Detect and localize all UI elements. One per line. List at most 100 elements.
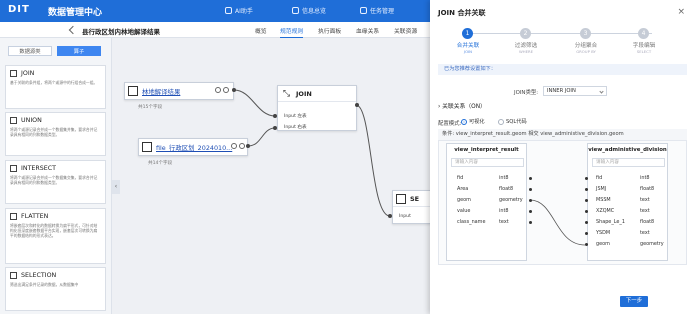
field-port[interactable] xyxy=(585,221,588,224)
field-port[interactable] xyxy=(585,199,588,202)
mode-sql-radio[interactable]: SQL代码 xyxy=(498,118,527,125)
step-4-circle[interactable]: 4 xyxy=(638,28,649,39)
operator-flatten[interactable]: FLATTEN 将嵌套层次和转化的数据转换为扁平形式，可针对结构化但深度嵌套数据… xyxy=(5,208,106,264)
join-type-select[interactable]: INNER JOIN xyxy=(543,86,607,96)
source-node-admin[interactable]: file_行政区划_2024010... xyxy=(138,138,248,156)
field-name: value xyxy=(457,208,471,214)
steps-line xyxy=(472,33,652,34)
field-port[interactable] xyxy=(585,188,588,191)
nav-task-manage[interactable]: 任务管理 xyxy=(360,6,394,15)
tab-rules[interactable]: 规范规则 xyxy=(280,26,304,38)
operator-union[interactable]: UNION 将两个或源记录合并成一个数据集并集，要求合并记录具有相同的列和数据类… xyxy=(5,112,106,156)
flow-canvas[interactable]: 林地解译结果 共15个字段 file_行政区划_2024010... 共14个字… xyxy=(112,38,432,314)
operator-desc: 筛选出满足条件记录的数据，从数据集中 xyxy=(10,282,79,287)
field-name: fid xyxy=(596,175,603,181)
field-type: geometry xyxy=(499,197,523,203)
nav-ai-assistant[interactable]: AI助手 xyxy=(225,6,253,15)
section-heading-text: 关联关系（ON） xyxy=(442,104,486,110)
step-3-circle[interactable]: 3 xyxy=(580,28,591,39)
tab-overview[interactable]: 概览 xyxy=(255,26,267,35)
field-type: text xyxy=(499,219,509,225)
join-icon: ⤡ xyxy=(282,88,291,99)
operator-intersect[interactable]: INTERSECT 将两个或源记录合并成一个数据集交集，要求合并记录具有相同的列… xyxy=(5,160,106,204)
field-port[interactable] xyxy=(585,243,588,246)
operator-join[interactable]: JOIN 基于关联的条件组，将两个或源中的行组合成一组。 xyxy=(5,65,106,109)
field-type: text xyxy=(640,208,650,214)
edge-node1-join xyxy=(233,89,276,117)
task-icon xyxy=(360,7,367,14)
edge-layer xyxy=(233,89,391,217)
tab-data-source[interactable]: 数据源类 xyxy=(8,46,52,56)
step-1-label: 合并关联 xyxy=(456,43,480,49)
selection-node[interactable]: SE Input xyxy=(392,190,432,224)
field-name: MSSM xyxy=(596,197,611,203)
edge-node2-join xyxy=(247,127,276,147)
robot-icon xyxy=(225,7,232,14)
tab-resources[interactable]: 关联资源 xyxy=(394,26,417,35)
join-condition: 条件: view_interpret_result.geom 相交 view_a… xyxy=(438,129,687,140)
node-title[interactable]: file_行政区划_2024010... xyxy=(156,143,232,152)
collapse-panel-button[interactable]: ‹ xyxy=(112,180,120,194)
input-port[interactable] xyxy=(388,214,392,218)
edge-join-selection xyxy=(355,104,391,217)
field-port[interactable] xyxy=(529,210,532,213)
table-search-input[interactable]: 请输入内容 xyxy=(592,158,665,167)
step-2-circle[interactable]: 2 xyxy=(520,28,531,39)
table-name: view_administive_division xyxy=(588,147,667,153)
app-title: 数据管理中心 xyxy=(48,8,103,18)
close-icon[interactable]: × xyxy=(677,7,685,17)
more-icon[interactable] xyxy=(223,87,229,93)
selection-icon xyxy=(396,193,406,204)
radio-circle xyxy=(461,118,467,125)
field-port[interactable] xyxy=(529,177,532,180)
field-port[interactable] xyxy=(529,221,532,224)
app-logo: DIT xyxy=(8,4,30,15)
field-name: fid xyxy=(457,175,464,181)
operator-selection[interactable]: SELECTION 筛选出满足条件记录的数据，从数据集中 xyxy=(5,267,106,311)
field-type: float8 xyxy=(640,219,655,225)
step-3-label: 分组聚合 xyxy=(574,43,598,49)
port-right-label: Input 右表 xyxy=(284,125,307,130)
source-node-forest[interactable]: 林地解译结果 xyxy=(124,82,234,100)
field-port[interactable] xyxy=(585,210,588,213)
field-type: int8 xyxy=(499,208,509,214)
operator-name: JOIN xyxy=(21,70,35,77)
tab-lineage[interactable]: 血缘关系 xyxy=(356,26,379,35)
output-port[interactable] xyxy=(246,144,250,148)
node-title[interactable]: 林地解译结果 xyxy=(142,87,180,96)
back-icon[interactable] xyxy=(68,25,78,35)
output-port[interactable] xyxy=(232,88,236,92)
field-port[interactable] xyxy=(585,232,588,235)
sub-header: 县行政区划内林地解译结果 概览 规范规则 执行面板 血缘关系 关联资源 xyxy=(0,22,430,38)
step-4-sub: SELECT xyxy=(636,49,652,54)
mode-visual-radio[interactable]: 可视化 xyxy=(461,118,485,125)
field-type: float8 xyxy=(499,186,514,192)
step-4-label: 字段编辑 xyxy=(632,43,656,49)
help-icon[interactable] xyxy=(215,87,221,93)
tab-execution[interactable]: 执行面板 xyxy=(318,26,341,35)
more-icon[interactable] xyxy=(239,143,245,149)
step-1-circle[interactable]: 1 xyxy=(462,28,473,39)
help-icon[interactable] xyxy=(231,143,237,149)
join-node[interactable]: ⤡ JOIN Input 左表 Input 右表 xyxy=(277,85,357,131)
input-port[interactable] xyxy=(273,126,277,130)
selection-icon xyxy=(10,272,17,279)
next-step-button[interactable]: 下一步 xyxy=(620,296,648,307)
node-title: SE xyxy=(410,194,420,203)
operator-panel: 数据源类 算子 JOIN 基于关联的条件组，将两个或源中的行组合成一组。 UNI… xyxy=(0,38,112,314)
table-search-input[interactable]: 请输入内容 xyxy=(451,158,524,167)
field-name: YSDM xyxy=(596,230,611,236)
port-label: Input xyxy=(399,214,411,219)
tab-operators[interactable]: 算子 xyxy=(57,46,101,56)
output-port[interactable] xyxy=(355,103,359,107)
nav-overview[interactable]: 信息总览 xyxy=(292,6,326,15)
field-name: class_name xyxy=(457,219,486,225)
chevron-right-icon: › xyxy=(438,104,441,110)
drawer-title: JOIN 合并关联 xyxy=(438,9,486,17)
input-port[interactable] xyxy=(273,114,277,118)
section-heading[interactable]: › 关联关系（ON） xyxy=(438,101,486,110)
field-port[interactable] xyxy=(529,199,532,202)
field-port[interactable] xyxy=(585,177,588,180)
field-port[interactable] xyxy=(529,188,532,191)
mode-label: 配置模式: xyxy=(438,121,462,127)
